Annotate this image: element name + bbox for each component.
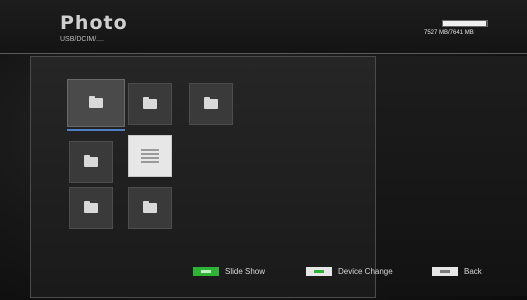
folder-icon [143,97,157,109]
folder-thumbnail [128,83,172,125]
slide-show-button[interactable]: Slide Show [193,267,265,276]
folder-thumbnail [69,187,113,229]
folder-icon [143,201,157,213]
folder-label-1 [67,129,125,131]
file-item-1[interactable] [128,135,172,179]
folder-thumbnail [69,141,113,183]
green-key-icon [193,267,219,276]
device-change-button[interactable]: Device Change [306,267,393,276]
folder-item-3[interactable] [189,83,233,127]
current-path: USB/DCIM/.... [60,36,104,43]
storage-usage-text: 7527 MB/7641 MB [424,30,474,36]
page-title: Photo [60,12,128,34]
header-bar: Photo USB/DCIM/.... 7527 MB/7641 MB [0,0,527,54]
folder-item-1[interactable] [67,79,125,131]
back-key-icon [432,267,458,276]
file-browser-panel [30,56,376,298]
storage-usage-fill [443,21,487,26]
folder-icon [84,155,98,167]
preview-panel [376,56,527,296]
folder-item-6[interactable] [128,187,172,231]
white-key-icon [306,267,332,276]
folder-item-2[interactable] [128,83,172,127]
document-icon [141,147,159,165]
folder-icon [204,97,218,109]
folder-icon [89,96,103,108]
folder-thumbnail [128,187,172,229]
folder-thumbnail [67,79,125,127]
folder-thumbnail [189,83,233,125]
device-change-label: Device Change [338,267,393,276]
folder-icon [84,201,98,213]
storage-usage-bar [442,20,488,27]
folder-item-4[interactable] [69,141,113,185]
slide-show-label: Slide Show [225,267,266,276]
folder-item-5[interactable] [69,187,113,231]
back-button[interactable]: Back [432,267,482,276]
file-thumbnail [128,135,172,177]
back-label: Back [464,267,482,276]
